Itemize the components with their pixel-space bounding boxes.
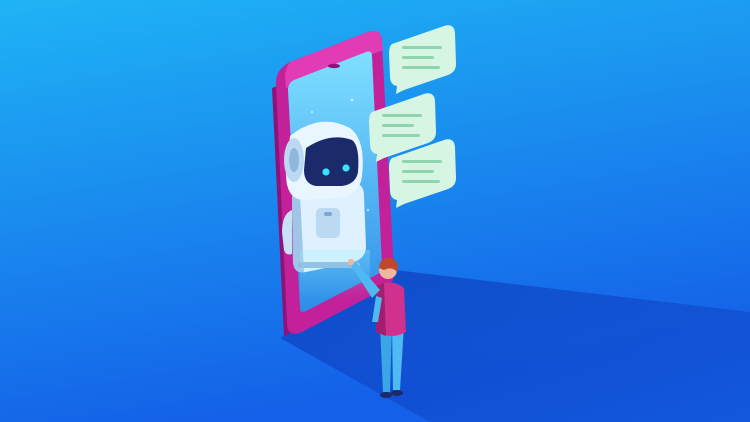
robot-ear-center — [289, 148, 299, 172]
person-left-shoe — [380, 392, 392, 398]
robot-icon — [282, 121, 366, 273]
person-right-shoe — [391, 390, 403, 396]
robot-right-eye — [342, 164, 350, 172]
robot-visor — [304, 137, 359, 186]
robot-chest-slot — [324, 212, 332, 216]
illustration-scene — [0, 0, 750, 422]
phone-speaker — [328, 63, 340, 69]
robot-left-eye — [322, 168, 330, 176]
chatbot-illustration — [0, 0, 750, 422]
person-hand — [347, 258, 355, 266]
